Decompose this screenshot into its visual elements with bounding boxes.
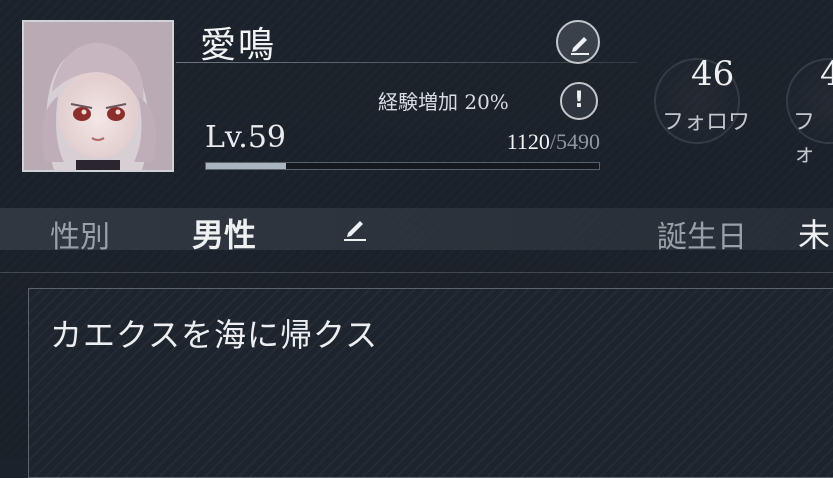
username: 愛鳴: [200, 25, 277, 66]
following-count: 4: [820, 54, 833, 94]
bio-text: カエクスを海に帰クス: [50, 316, 379, 354]
birthday-label: 誕生日: [657, 220, 747, 255]
gender-value: 男性: [192, 216, 257, 254]
follower-label[interactable]: フォロワ: [662, 104, 750, 136]
birthday-value: 未: [798, 216, 831, 254]
exclamation-glyph: !: [573, 88, 585, 113]
avatar[interactable]: [22, 20, 174, 172]
exp-current: 1120: [506, 129, 550, 154]
pencil-icon: [344, 221, 366, 241]
following-label[interactable]: フォ: [793, 104, 833, 168]
exp-bonus-label: 経験増加 20%: [378, 90, 509, 114]
edit-gender-button[interactable]: [340, 213, 370, 247]
exp-counter: 1120/5490: [507, 129, 600, 155]
gender-label: 性別: [50, 220, 110, 255]
exp-progress-fill: [206, 163, 287, 169]
exp-max: 5490: [556, 129, 600, 154]
pencil-icon: [571, 37, 589, 55]
follower-count: 46: [691, 54, 735, 94]
edit-profile-button[interactable]: [556, 20, 600, 64]
avatar-illustration: [24, 22, 172, 170]
exp-progress-bar: [205, 162, 600, 170]
exclamation-icon[interactable]: !: [560, 82, 598, 120]
section-divider: [0, 272, 833, 273]
level-label: Lv.59: [205, 120, 287, 155]
